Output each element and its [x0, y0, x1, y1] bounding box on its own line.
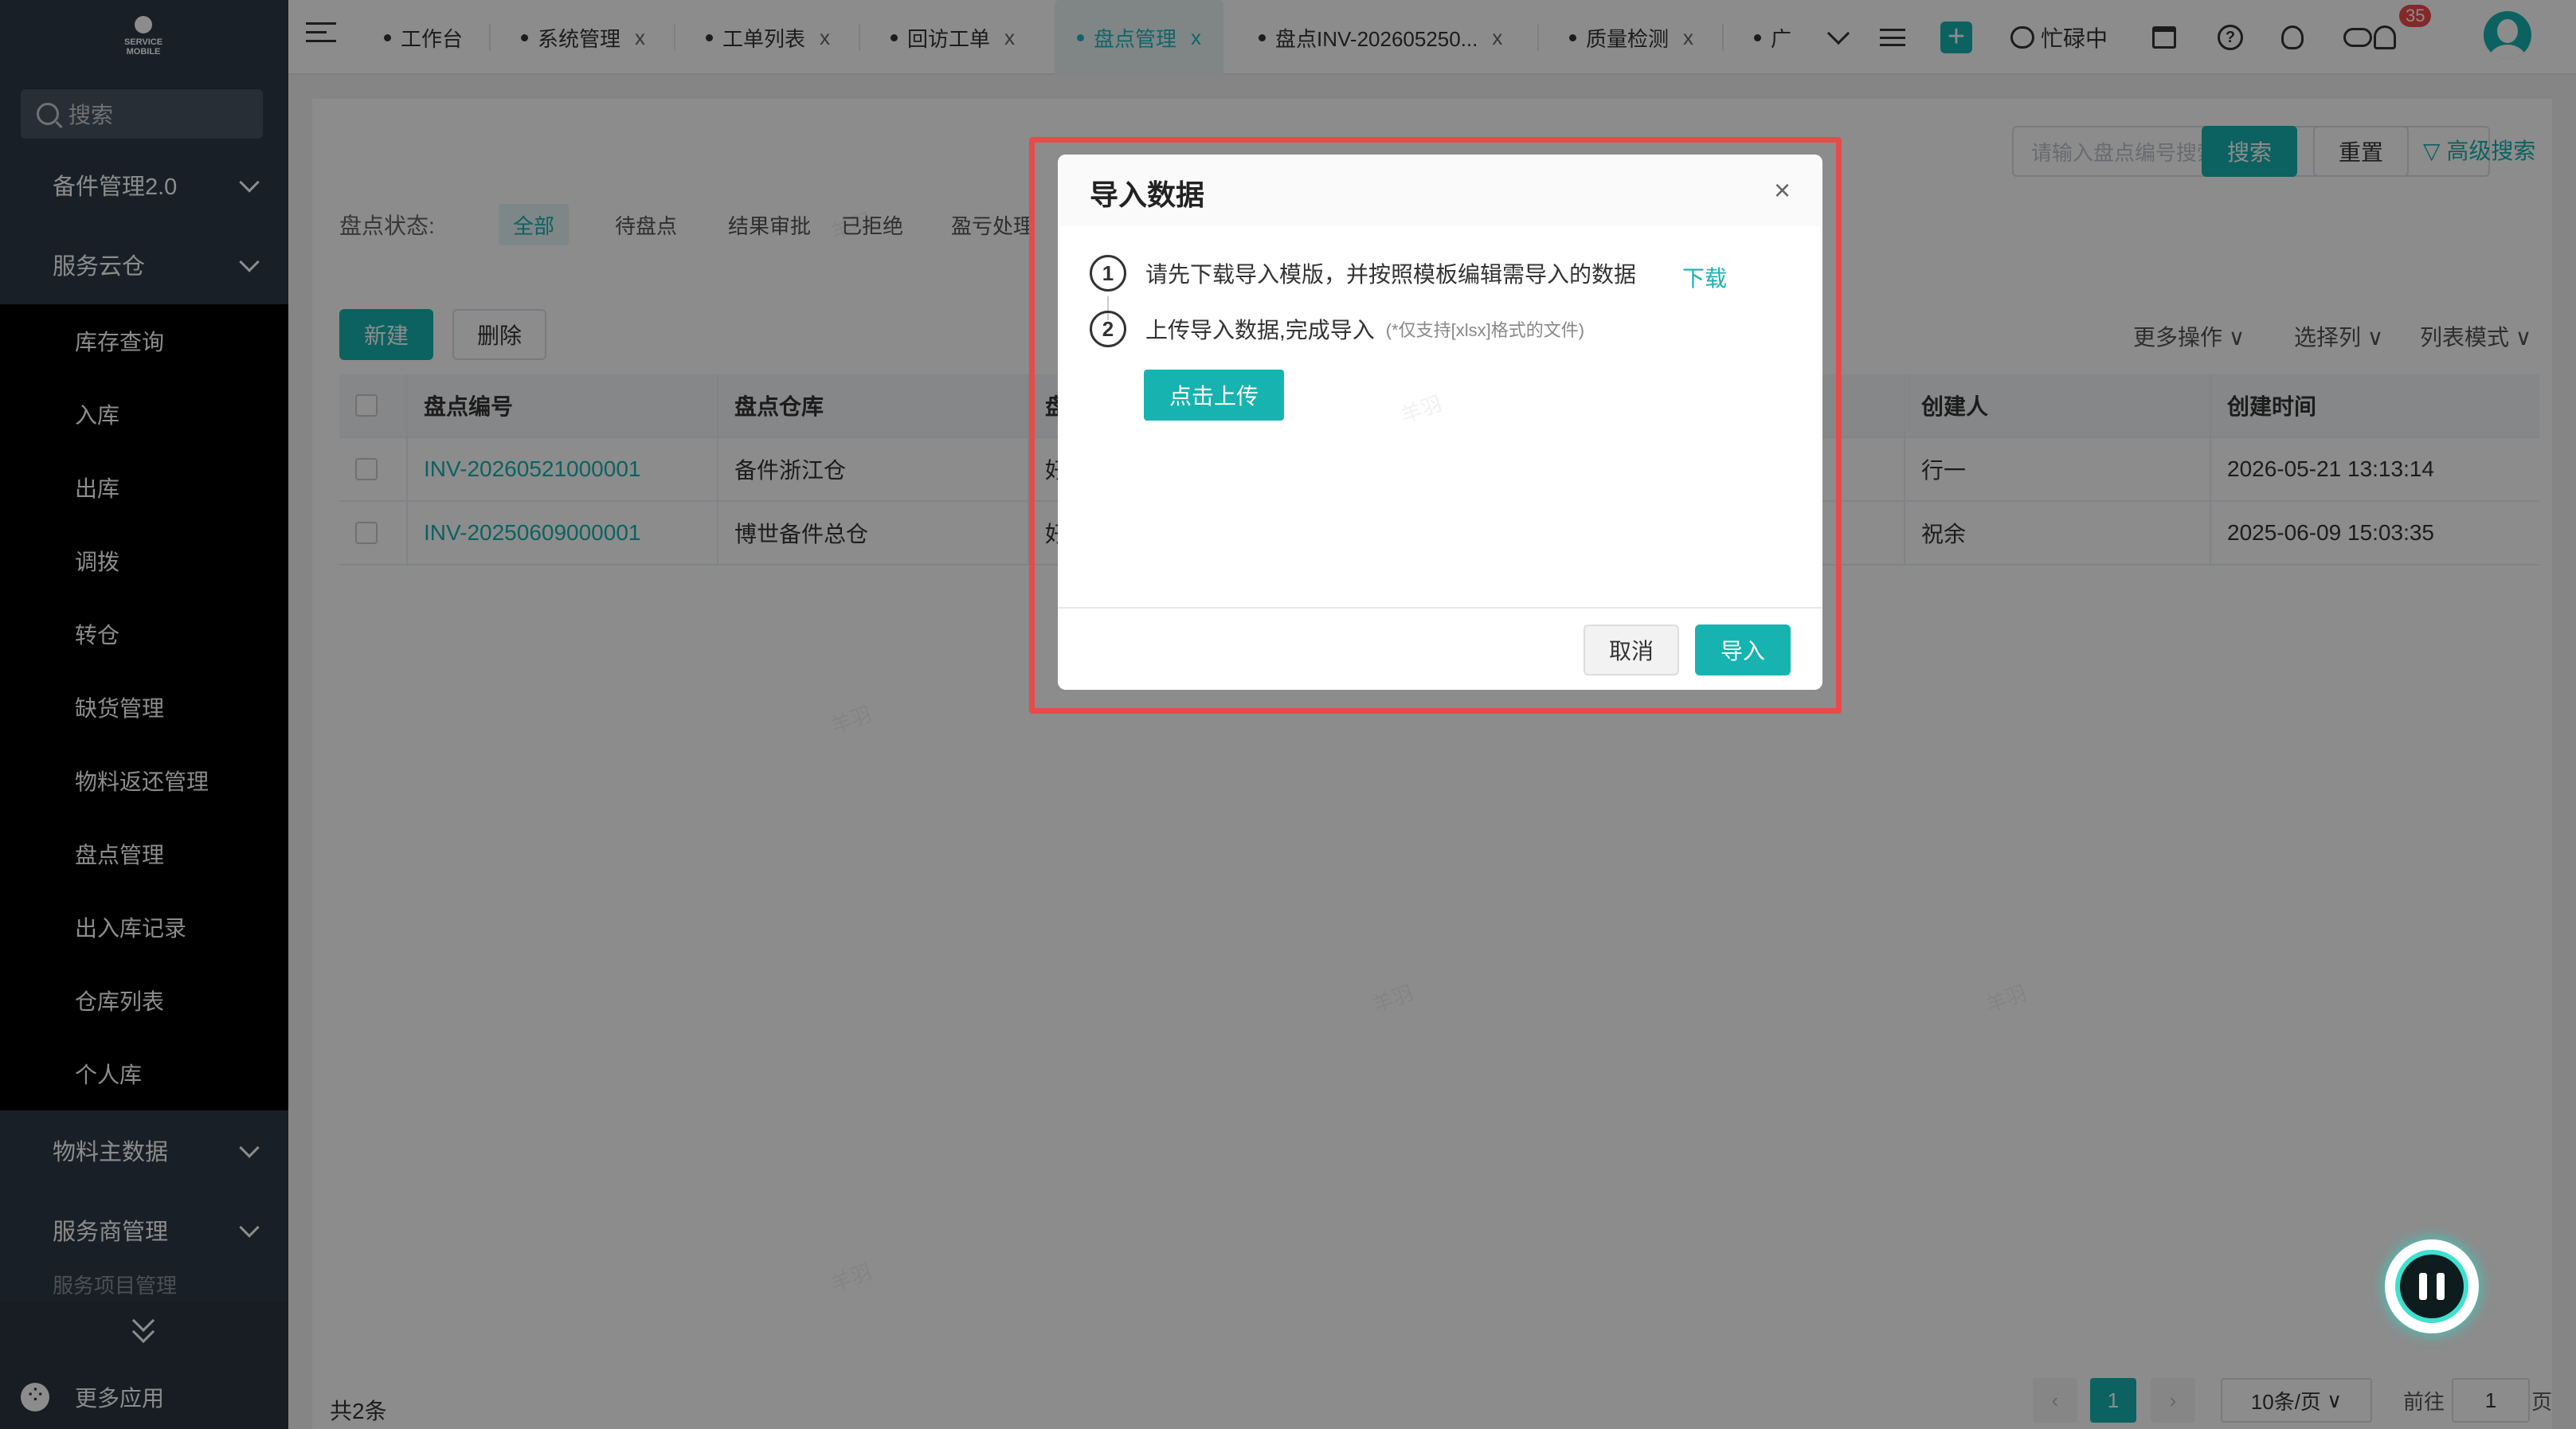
pause-icon [2395, 1250, 2468, 1323]
step-number: 1 [1090, 255, 1126, 292]
step-upload: 2 上传导入数据,完成导入 (*仅支持[xlsx]格式的文件) [1090, 311, 1584, 347]
dialog-header: 导入数据 × [1058, 155, 1822, 226]
download-template-link[interactable]: 下载 [1682, 261, 1727, 293]
pause-recording-button[interactable] [2385, 1239, 2479, 1333]
upload-button[interactable]: 点击上传 [1144, 370, 1284, 421]
step-number: 2 [1090, 311, 1126, 347]
step-download: 1 请先下载导入模版，并按照模板编辑需导入的数据 [1090, 255, 1636, 292]
import-button[interactable]: 导入 [1695, 624, 1791, 675]
file-format-note: (*仅支持[xlsx]格式的文件) [1385, 320, 1585, 340]
import-data-dialog: 导入数据 × 1 请先下载导入模版，并按照模板编辑需导入的数据 下载 2 上传导… [1058, 155, 1822, 690]
dialog-divider [1058, 607, 1822, 609]
dialog-title: 导入数据 [1090, 178, 1205, 211]
watermark: 羊羽 [1397, 390, 1446, 428]
step-text: 请先下载导入模版，并按照模板编辑需导入的数据 [1145, 262, 1637, 287]
cancel-button[interactable]: 取消 [1584, 624, 1679, 675]
close-icon[interactable]: × [1774, 174, 1791, 207]
step-text: 上传导入数据,完成导入 [1145, 318, 1375, 343]
